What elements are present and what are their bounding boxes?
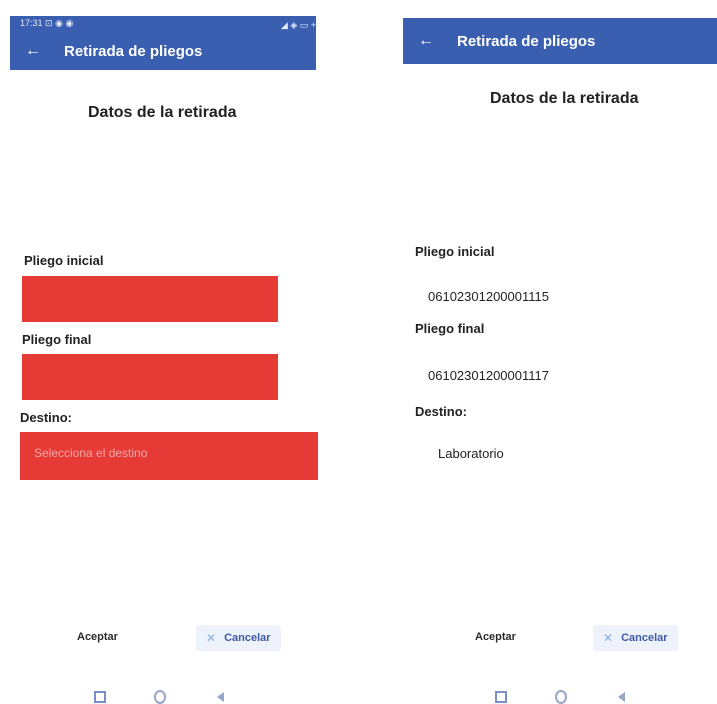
app-bar-title: Retirada de pliegos	[457, 32, 596, 50]
destino-label: Destino:	[20, 410, 72, 425]
section-title: Datos de la retirada	[490, 90, 639, 107]
recents-icon[interactable]	[495, 691, 507, 703]
system-nav-bar	[94, 690, 226, 704]
app-bar-title: Retirada de pliegos	[64, 42, 203, 60]
status-right: ◢ ◈ ▭ +	[280, 19, 316, 30]
cancel-label: Cancelar	[224, 632, 271, 644]
pliego-inicial-value[interactable]: 06102301200001115	[428, 289, 549, 304]
system-nav-bar	[495, 690, 627, 704]
status-indicators: ⊡ ◉ ◉	[45, 18, 74, 28]
pliego-inicial-input[interactable]	[22, 276, 278, 322]
destino-label: Destino:	[415, 404, 467, 419]
status-left: 17:31 ⊡ ◉ ◉	[20, 18, 73, 32]
app-bar-row: ← Retirada de pliegos	[10, 36, 316, 66]
status-time: 17:31	[20, 18, 43, 28]
back-arrow-icon[interactable]: ←	[415, 30, 437, 52]
status-bar: 17:31 ⊡ ◉ ◉ ◢ ◈ ▭ +	[20, 18, 316, 32]
pliego-final-input[interactable]	[22, 354, 278, 400]
home-icon[interactable]	[154, 690, 166, 704]
recents-icon[interactable]	[94, 691, 106, 703]
pliego-final-value[interactable]: 06102301200001117	[428, 368, 549, 383]
pliego-inicial-label: Pliego inicial	[415, 244, 495, 259]
pliego-inicial-label: Pliego inicial	[24, 253, 104, 268]
pliego-final-label: Pliego final	[415, 321, 485, 336]
cancel-button[interactable]: ✕ Cancelar	[593, 625, 678, 651]
app-bar-row: ← Retirada de pliegos	[403, 18, 717, 64]
destino-placeholder: Selecciona el destino	[34, 446, 148, 460]
pliego-final-label: Pliego final	[22, 332, 92, 347]
back-icon[interactable]	[214, 692, 226, 702]
close-icon: ✕	[206, 631, 217, 645]
app-bar: ← Retirada de pliegos	[403, 18, 717, 64]
section-title: Datos de la retirada	[88, 104, 237, 121]
back-arrow-icon[interactable]: ←	[22, 40, 44, 62]
cancel-label: Cancelar	[621, 632, 668, 644]
screen-filled: ← Retirada de pliegos Datos de la retira…	[395, 0, 717, 704]
destino-value[interactable]: Laboratorio	[438, 446, 504, 461]
back-icon[interactable]	[615, 692, 627, 702]
accept-button[interactable]: Aceptar	[475, 631, 516, 643]
accept-button[interactable]: Aceptar	[77, 631, 118, 643]
screen-validation-errors: 17:31 ⊡ ◉ ◉ ◢ ◈ ▭ + ← Retirada de pliego…	[0, 0, 340, 704]
close-icon: ✕	[603, 631, 614, 645]
destino-select[interactable]: Selecciona el destino	[20, 432, 318, 480]
cancel-button[interactable]: ✕ Cancelar	[196, 625, 281, 651]
app-bar: 17:31 ⊡ ◉ ◉ ◢ ◈ ▭ + ← Retirada de pliego…	[10, 16, 316, 70]
home-icon[interactable]	[555, 690, 567, 704]
